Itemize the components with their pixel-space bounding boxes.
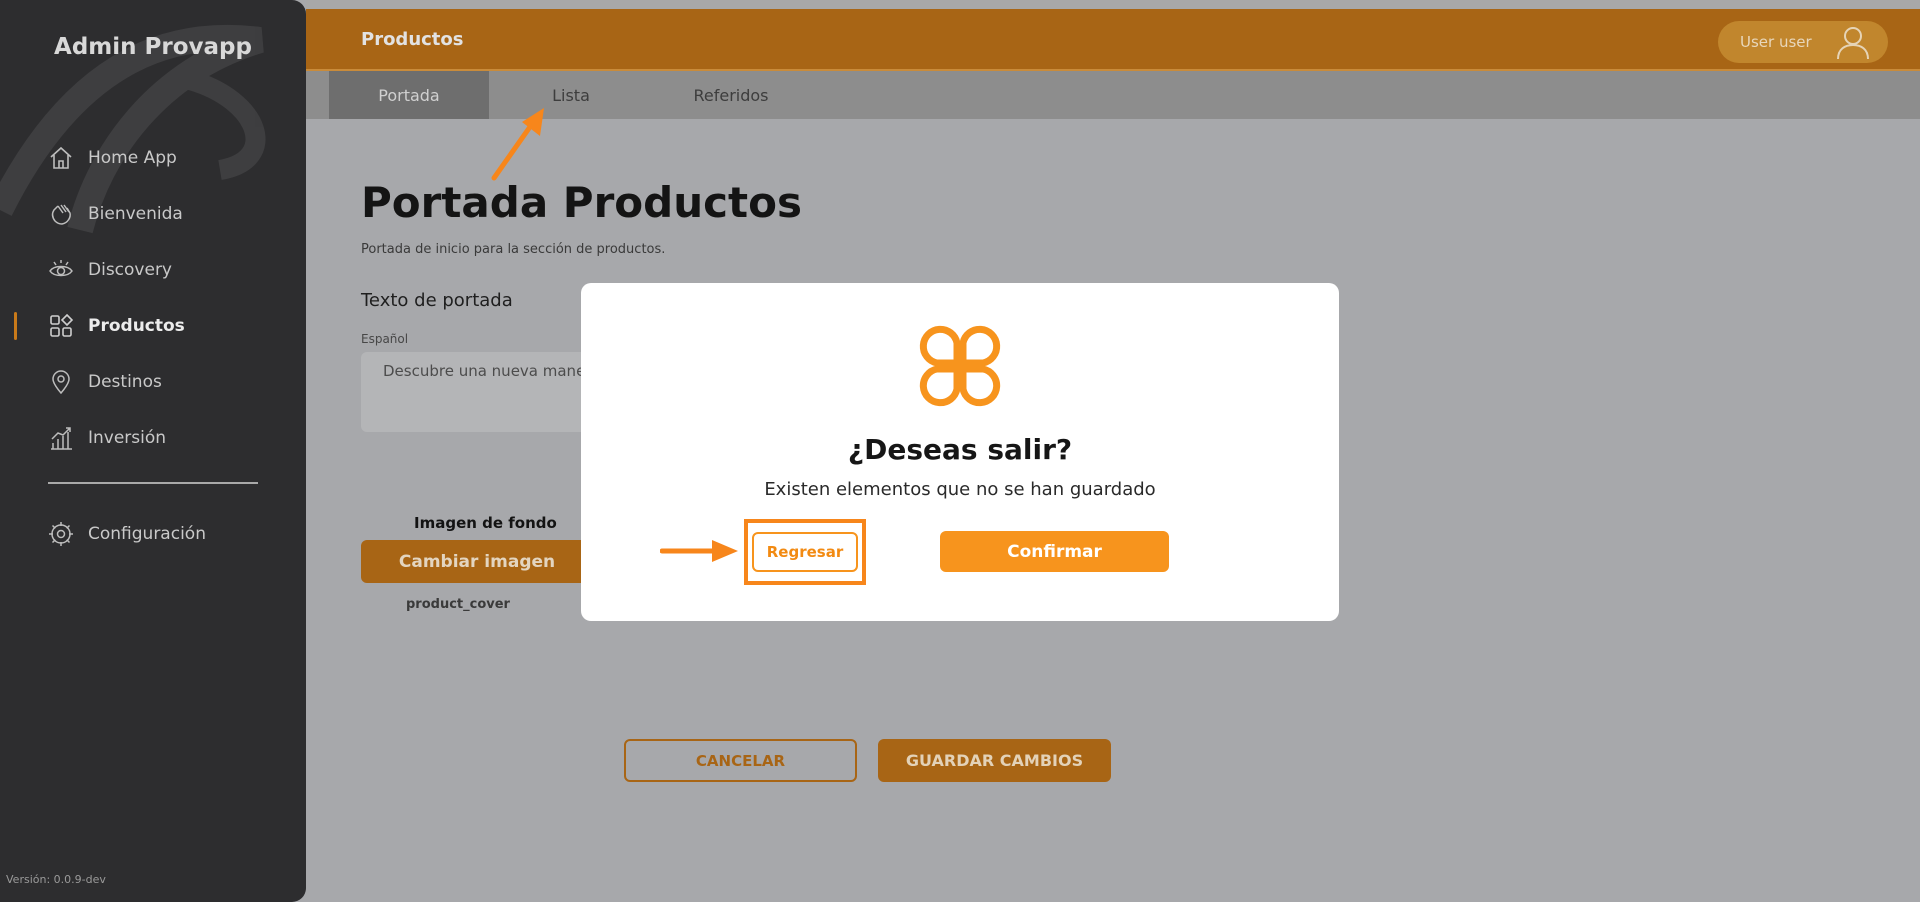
sidebar-config-group: Configuración	[0, 506, 306, 562]
back-button[interactable]: Regresar	[752, 532, 858, 572]
sidebar-item-label: Bienvenida	[88, 204, 183, 224]
sidebar-item-label: Inversión	[88, 428, 167, 448]
wave-hand-icon	[48, 201, 74, 227]
sidebar-nav: Home App Bienvenida Discovery Productos …	[0, 130, 306, 466]
page-title: Portada Productos	[361, 178, 802, 227]
app-version: Versión: 0.0.9-dev	[6, 873, 106, 886]
background-image-label: Imagen de fondo	[414, 514, 557, 532]
app-brand: Admin Provapp	[54, 34, 252, 60]
dialog-message: Existen elementos que no se han guardado	[764, 479, 1156, 500]
sidebar: Admin Provapp Home App Bienvenida Discov…	[0, 0, 306, 902]
user-avatar-icon	[1837, 27, 1869, 59]
section-title: Texto de portada	[361, 290, 513, 311]
sidebar-item-destinos[interactable]: Destinos	[0, 354, 306, 410]
exit-confirm-dialog: ¿Deseas salir? Existen elementos que no …	[581, 283, 1339, 621]
sidebar-item-productos[interactable]: Productos	[0, 298, 306, 354]
confirm-button[interactable]: Confirmar	[940, 531, 1169, 572]
tab-referidos[interactable]: Referidos	[651, 71, 811, 119]
page-subtitle: Portada de inicio para la sección de pro…	[361, 242, 666, 257]
page-section-title: Productos	[361, 29, 464, 50]
sidebar-item-label: Destinos	[88, 372, 162, 392]
top-strip	[306, 0, 1920, 9]
user-name: User user	[1740, 33, 1812, 51]
sidebar-item-home-app[interactable]: Home App	[0, 130, 306, 186]
save-changes-button[interactable]: GUARDAR CAMBIOS	[878, 739, 1111, 782]
dialog-title: ¿Deseas salir?	[847, 433, 1073, 466]
clover-logo-icon	[919, 325, 1001, 407]
image-file-name: product_cover	[406, 597, 510, 612]
sidebar-item-inversion[interactable]: Inversión	[0, 410, 306, 466]
sidebar-item-discovery[interactable]: Discovery	[0, 242, 306, 298]
eye-icon	[48, 257, 74, 283]
sidebar-item-label: Productos	[88, 316, 185, 336]
change-image-button[interactable]: Cambiar imagen	[361, 540, 593, 583]
sidebar-item-bienvenida[interactable]: Bienvenida	[0, 186, 306, 242]
language-label: Español	[361, 332, 409, 346]
sidebar-item-configuracion[interactable]: Configuración	[0, 506, 306, 562]
sidebar-item-label: Discovery	[88, 260, 172, 280]
gear-icon	[48, 521, 74, 547]
sidebar-item-label: Configuración	[88, 524, 206, 544]
sidebar-item-label: Home App	[88, 148, 177, 168]
tab-portada[interactable]: Portada	[329, 71, 489, 119]
tab-lista[interactable]: Lista	[491, 71, 651, 119]
grid-icon	[48, 313, 74, 339]
home-icon	[48, 145, 74, 171]
map-pin-icon	[48, 369, 74, 395]
user-menu-button[interactable]: User user	[1718, 21, 1888, 63]
bar-chart-icon	[48, 425, 74, 451]
top-header: Productos User user	[306, 9, 1920, 71]
sidebar-divider	[48, 482, 258, 484]
section-tabs: Portada Lista Referidos	[306, 71, 1920, 119]
cancel-button[interactable]: CANCELAR	[624, 739, 857, 782]
